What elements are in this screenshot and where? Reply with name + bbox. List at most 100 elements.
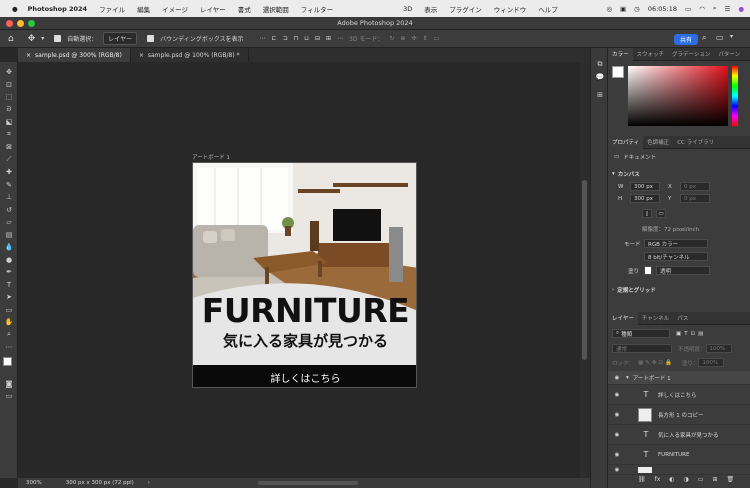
chevron-down-icon[interactable]: ▾: [41, 35, 44, 42]
menu-type[interactable]: 書式: [238, 4, 251, 14]
tab-channels[interactable]: チャンネル: [638, 314, 673, 322]
search-icon[interactable]: ⌕: [702, 33, 706, 43]
pan-3d-icon[interactable]: ✣: [411, 35, 416, 42]
chevron-down-icon[interactable]: ▾: [730, 33, 733, 40]
menu-select[interactable]: 選択範囲: [263, 4, 289, 14]
marquee-tool-icon[interactable]: ⬚: [0, 91, 18, 104]
pen-tool-icon[interactable]: ✒: [0, 266, 18, 279]
adjustment-icon[interactable]: ◑: [684, 476, 689, 483]
menu-window[interactable]: ウィンドウ: [494, 4, 527, 14]
eye-icon[interactable]: ◉: [612, 412, 622, 418]
lock-icons[interactable]: ▦✎✥⊡🔒: [638, 360, 674, 366]
color-swatches[interactable]: [0, 354, 17, 378]
search-icon[interactable]: ⌕: [713, 4, 717, 13]
layer-row-rectangle[interactable]: ◉ 長方形 1 のコピー: [608, 405, 750, 425]
tab-cc-libraries[interactable]: CC ライブラリ: [673, 138, 718, 146]
eye-icon[interactable]: ◉: [612, 432, 622, 438]
portrait-icon[interactable]: ▯: [642, 209, 652, 218]
horizontal-scroll-thumb[interactable]: [258, 481, 358, 485]
tab-sample-300[interactable]: × sample.psd @ 300% (RGB/8): [18, 48, 131, 62]
menu-filter[interactable]: フィルター: [301, 4, 333, 14]
tab-swatches[interactable]: スウォッチ: [633, 50, 669, 58]
roll-3d-icon[interactable]: ⊕: [400, 35, 405, 42]
align-top-icon[interactable]: ⊔: [304, 35, 309, 42]
menu-help[interactable]: ヘルプ: [538, 4, 558, 14]
wifi-icon[interactable]: ◠: [699, 5, 705, 13]
comments-icon[interactable]: 💬: [591, 71, 609, 84]
width-field[interactable]: 300 px: [630, 182, 660, 191]
fill-swatch[interactable]: [644, 266, 652, 275]
menu-image[interactable]: イメージ: [162, 4, 188, 14]
landscape-icon[interactable]: ▭: [656, 209, 666, 218]
frame-tool-icon[interactable]: ⊠: [0, 141, 18, 154]
close-icon[interactable]: ×: [26, 52, 31, 59]
menu-edit[interactable]: 編集: [137, 4, 150, 14]
folder-icon[interactable]: ▭: [698, 476, 704, 483]
canvas-area[interactable]: アートボード 1 FURNITURE 気に入る家具が見つかる 詳しくはこちら: [18, 62, 580, 478]
rotate-3d-icon[interactable]: ↻: [389, 35, 394, 42]
tab-layers[interactable]: レイヤー: [608, 311, 638, 325]
layer-row-headline-text[interactable]: ◉ T FURNITURE: [608, 445, 750, 465]
mask-icon[interactable]: ◐: [669, 476, 674, 483]
fx-icon[interactable]: fx: [655, 476, 661, 483]
history-icon[interactable]: ⧉: [591, 58, 609, 71]
menu-file[interactable]: ファイル: [99, 4, 125, 14]
tab-paths[interactable]: パス: [673, 314, 692, 322]
align-bottom-icon[interactable]: ⊞: [326, 35, 331, 42]
x-field[interactable]: 0 px: [680, 182, 710, 191]
subline-text[interactable]: 気に入る家具が見つかる: [193, 332, 416, 350]
menu-view[interactable]: 表示: [424, 4, 437, 14]
siri-icon[interactable]: ●: [738, 5, 744, 13]
brush-tool-icon[interactable]: ✎: [0, 179, 18, 192]
healing-tool-icon[interactable]: ✚: [0, 166, 18, 179]
scroll-thumb[interactable]: [582, 180, 587, 360]
fill-dropdown[interactable]: 透明: [656, 266, 710, 275]
history-brush-tool-icon[interactable]: ↺: [0, 204, 18, 217]
layer-row-artboard[interactable]: ◉ ▾ アートボード 1: [608, 371, 750, 385]
eye-icon[interactable]: ◉: [612, 467, 622, 473]
align-left-icon[interactable]: ⊏: [272, 35, 277, 42]
auto-select-checkbox[interactable]: [54, 35, 62, 42]
link-icon[interactable]: ⛓: [638, 476, 646, 483]
stamp-tool-icon[interactable]: ⊥: [0, 191, 18, 204]
tab-adjustments[interactable]: 色調補正: [643, 138, 673, 146]
bit-depth-dropdown[interactable]: 8 bit/チャンネル: [644, 252, 708, 261]
menu-plugins[interactable]: プラグイン: [449, 4, 482, 14]
trash-icon[interactable]: 🗑: [727, 476, 735, 483]
distribute-icon[interactable]: ⋯: [337, 35, 343, 42]
screen-mode-icon[interactable]: ▭: [0, 390, 18, 403]
tab-properties[interactable]: プロパティ: [608, 135, 644, 149]
tab-sample-100[interactable]: × sample.psd @ 100% (RGB/8) *: [131, 48, 249, 62]
path-select-tool-icon[interactable]: ➤: [0, 291, 18, 304]
control-center-icon[interactable]: ☰: [725, 5, 731, 13]
hand-tool-icon[interactable]: ✋: [0, 316, 18, 329]
layer-row-cta-text[interactable]: ◉ T 詳しくはこちら: [608, 385, 750, 405]
workspace-icon[interactable]: ▭: [716, 33, 724, 42]
app-name[interactable]: Photoshop 2024: [28, 5, 87, 13]
home-icon[interactable]: ⌂: [8, 34, 14, 44]
align-center-icon[interactable]: ⊐: [283, 35, 288, 42]
cta-bar[interactable]: 詳しくはこちら: [193, 365, 416, 387]
layer-row-partial[interactable]: ◉: [608, 465, 750, 475]
eye-icon[interactable]: ◉: [612, 375, 622, 381]
type-tool-icon[interactable]: T: [0, 279, 18, 292]
blend-mode-dropdown[interactable]: 通常: [612, 344, 672, 353]
foreground-color-swatch[interactable]: [3, 356, 12, 366]
align-middle-icon[interactable]: ⊟: [315, 35, 320, 42]
filter-icons[interactable]: ▣T⊡▤: [676, 331, 706, 337]
eraser-tool-icon[interactable]: ▱: [0, 216, 18, 229]
crop-tool-icon[interactable]: ⌗: [0, 129, 18, 142]
apple-icon[interactable]: ●: [12, 5, 18, 13]
blur-tool-icon[interactable]: 💧: [0, 241, 18, 254]
y-field[interactable]: 0 px: [680, 194, 710, 203]
chevron-down-icon[interactable]: ▾: [626, 375, 629, 381]
properties-panel-icon[interactable]: ⊞: [591, 89, 609, 102]
foreground-color-chip[interactable]: [612, 66, 624, 78]
new-layer-icon[interactable]: ⊞: [712, 476, 717, 483]
eye-icon[interactable]: ◉: [612, 452, 622, 458]
artboard[interactable]: FURNITURE 気に入る家具が見つかる 詳しくはこちら: [192, 162, 417, 388]
mode-dropdown[interactable]: RGB カラー: [644, 239, 708, 248]
more-tools-icon[interactable]: ⋯: [0, 341, 18, 354]
artboard-tool-icon[interactable]: ⊡: [0, 79, 18, 92]
layer-row-subline-text[interactable]: ◉ T 気に入る家具が見つかる: [608, 425, 750, 445]
